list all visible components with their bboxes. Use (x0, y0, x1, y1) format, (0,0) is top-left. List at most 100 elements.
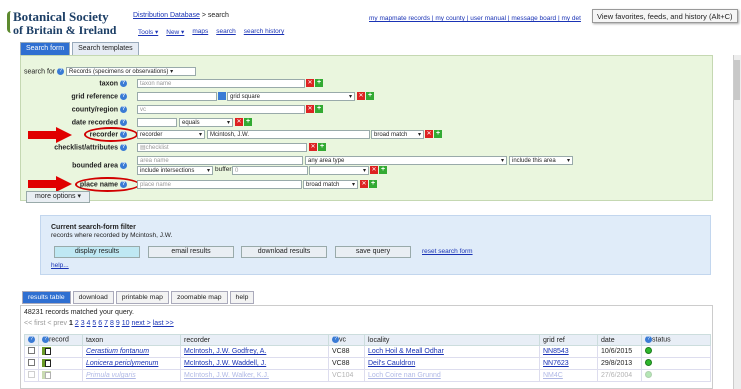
pager-page[interactable]: 8 (110, 320, 114, 327)
locality-link[interactable]: Loch Coire nan Grunnd (368, 372, 441, 379)
add-date-icon[interactable]: + (244, 118, 252, 126)
tools-menu[interactable]: Tools ▾ (138, 28, 158, 36)
pager-last[interactable]: last >> (153, 320, 174, 327)
locality-link[interactable]: Loch Hoil & Meall Odhar (368, 348, 444, 355)
checklist-input[interactable]: ▤checklist (137, 143, 307, 152)
buffer-unit-select[interactable]: ▾ (309, 166, 369, 175)
buffer-input[interactable]: 0 (232, 166, 308, 175)
more-options-button[interactable]: more options ▾ (26, 191, 90, 203)
clear-date-icon[interactable]: ✕ (235, 118, 243, 126)
recorder-link[interactable]: McIntosh, J.W. Waddell, J. (184, 360, 266, 367)
area-name-input[interactable]: area name (137, 156, 303, 165)
row-checkbox[interactable] (28, 347, 35, 354)
page-scrollbar[interactable] (733, 55, 741, 389)
clear-area-icon[interactable]: ✕ (370, 166, 378, 174)
taxon-link[interactable]: Cerastium fontanum (86, 348, 149, 355)
column-locality[interactable]: locality (364, 334, 540, 346)
tab-results-table[interactable]: results table (22, 291, 71, 304)
recorder-field-select[interactable]: recorder ▾ (137, 130, 205, 139)
tab-download[interactable]: download (72, 291, 114, 304)
record-icon[interactable] (42, 370, 51, 379)
search-link[interactable]: search (216, 28, 236, 36)
pager-page[interactable]: 9 (116, 320, 120, 327)
intersections-select[interactable]: include intersections ▾ (137, 166, 213, 175)
save-query-button[interactable]: save query (335, 246, 411, 258)
add-taxon-icon[interactable]: + (315, 79, 323, 87)
pager-page[interactable]: 2 (75, 320, 79, 327)
breadcrumb-database-link[interactable]: Distribution Database (133, 12, 200, 19)
add-recorder-icon[interactable]: + (434, 130, 442, 138)
date-input[interactable] (137, 118, 177, 127)
table-row[interactable]: Primula vulgaris McIntosh, J.W. Walker, … (24, 369, 711, 382)
clear-grid-icon[interactable]: ✕ (357, 92, 365, 100)
tab-help[interactable]: help (229, 291, 255, 304)
row-checkbox[interactable] (28, 371, 35, 378)
grid-ref-link[interactable]: NN7623 (543, 360, 569, 367)
taxon-input[interactable]: taxon name (137, 79, 305, 88)
email-results-button[interactable]: email results (148, 246, 234, 258)
place-match-select[interactable]: broad match ▾ (303, 180, 358, 189)
place-name-input[interactable]: place name (137, 180, 302, 189)
recorder-input[interactable]: Mcintosh, J.W. (207, 130, 370, 139)
grid-square-select[interactable]: grid square ▾ (227, 92, 355, 101)
clear-taxon-icon[interactable]: ✕ (306, 79, 314, 87)
add-grid-icon[interactable]: + (366, 92, 374, 100)
clear-county-icon[interactable]: ✕ (306, 105, 314, 113)
record-icon[interactable] (42, 358, 51, 367)
tab-printable-map[interactable]: printable map (115, 291, 169, 304)
pager-page[interactable]: 4 (87, 320, 91, 327)
clear-place-icon[interactable]: ✕ (360, 180, 368, 188)
reset-search-form-link[interactable]: reset search form (422, 248, 473, 255)
clear-recorder-icon[interactable]: ✕ (425, 130, 433, 138)
column-grid-ref[interactable]: grid ref (539, 334, 598, 346)
tab-zoomable-map[interactable]: zoomable map (170, 291, 228, 304)
download-results-button[interactable]: download results (241, 246, 327, 258)
include-area-select[interactable]: include this area ▾ (509, 156, 573, 165)
scrollbar-thumb[interactable] (734, 60, 740, 100)
locality-link[interactable]: Deil's Cauldron (368, 360, 415, 367)
search-for-select[interactable]: Records (specimens or observations) ▾ (66, 67, 197, 76)
maps-link[interactable]: maps (192, 28, 208, 36)
search-history-link[interactable]: search history (244, 28, 284, 36)
add-checklist-icon[interactable]: + (318, 143, 326, 151)
recorder-link[interactable]: McIntosh, J.W. Godfrey, A. (184, 348, 266, 355)
new-menu[interactable]: New ▾ (166, 28, 184, 36)
tab-search-templates[interactable]: Search templates (72, 42, 139, 55)
pager-page[interactable]: 5 (92, 320, 96, 327)
add-place-icon[interactable]: + (369, 180, 377, 188)
recorder-match-select[interactable]: broad match ▾ (371, 130, 424, 139)
area-type-select[interactable]: any area type ▾ (305, 156, 507, 165)
table-row[interactable]: Lonicera periclymenum McIntosh, J.W. Wad… (24, 357, 711, 370)
pager-next[interactable]: next > (131, 320, 150, 327)
column-recorder[interactable]: recorder (180, 334, 329, 346)
help-icon[interactable]: ? (57, 68, 65, 75)
clear-checklist-icon[interactable]: ✕ (309, 143, 317, 151)
pager-page[interactable]: 10 (122, 320, 130, 327)
add-area-icon[interactable]: + (379, 166, 387, 174)
filter-help-link[interactable]: help... (51, 262, 69, 269)
top-links[interactable]: my mapmate records | my county | user ma… (369, 15, 581, 22)
tab-search-form[interactable]: Search form (20, 42, 71, 55)
taxon-link[interactable]: Lonicera periclymenum (86, 360, 158, 367)
date-mode-select[interactable]: equals ▾ (179, 118, 233, 127)
column-status[interactable]: ? status (641, 334, 711, 346)
add-county-icon[interactable]: + (315, 105, 323, 113)
column-record[interactable]: ? record (38, 334, 83, 346)
county-region-input[interactable]: vc (137, 105, 305, 114)
recorder-link[interactable]: McIntosh, J.W. Walker, K.J. (184, 372, 269, 379)
table-row[interactable]: Cerastium fontanum McIntosh, J.W. Godfre… (24, 345, 711, 358)
grid-reference-input[interactable] (137, 92, 217, 101)
column-vc[interactable]: ? vc (328, 334, 365, 346)
pager-page[interactable]: 3 (81, 320, 85, 327)
column-taxon[interactable]: taxon (82, 334, 181, 346)
select-all-header[interactable]: ? (24, 334, 39, 346)
row-checkbox[interactable] (28, 359, 35, 366)
pager-page[interactable]: 7 (104, 320, 108, 327)
grid-ref-link[interactable]: NN8543 (543, 348, 569, 355)
record-icon[interactable] (42, 346, 51, 355)
grid-ref-link[interactable]: NM4C (543, 372, 563, 379)
column-date[interactable]: date (597, 334, 642, 346)
display-results-button[interactable]: display results (54, 246, 140, 258)
pager-page[interactable]: 6 (98, 320, 102, 327)
map-picker-icon[interactable] (218, 92, 226, 100)
